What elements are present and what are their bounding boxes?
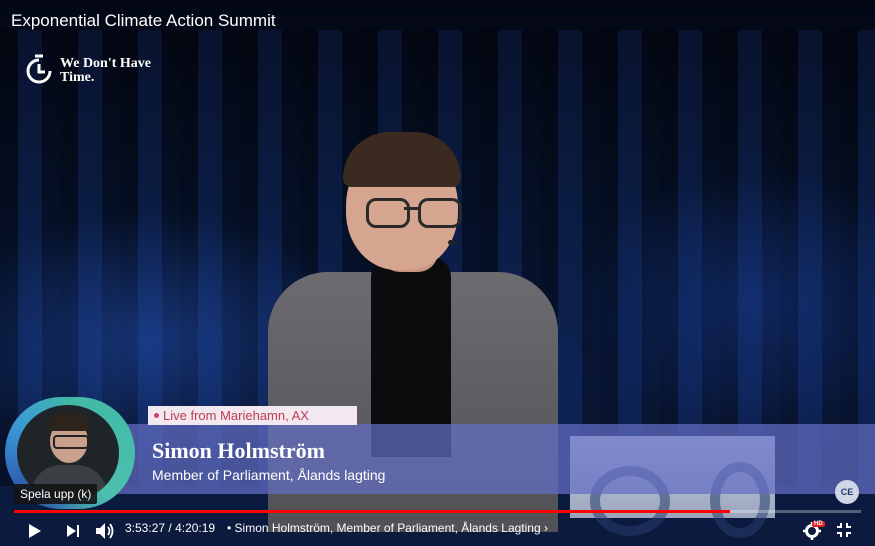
time-display: 3:53:27 / 4:20:19	[125, 521, 215, 535]
play-icon[interactable]	[28, 523, 42, 539]
brand-logo: We Don't Have Time.	[26, 54, 160, 88]
live-tag-text: Live from Mariehamn, AX	[163, 408, 309, 423]
speaker-name: Simon Holmström	[152, 438, 325, 463]
speaker-role: Member of Parliament, Ålands lagting	[152, 467, 386, 483]
glasses-bridge	[404, 207, 418, 210]
exit-fullscreen-icon[interactable]	[836, 522, 852, 538]
video-title[interactable]: Exponential Climate Action Summit	[11, 11, 276, 31]
duration: 4:20:19	[175, 521, 216, 535]
current-time: 3:53:27	[125, 521, 166, 535]
avatar-glasses	[53, 435, 89, 449]
live-dot-icon	[154, 413, 159, 418]
clock-logo-icon	[26, 54, 52, 84]
progress-bar[interactable]	[14, 510, 861, 513]
hd-badge: HD	[812, 521, 825, 527]
speaker-glasses	[366, 198, 462, 228]
chapter-title[interactable]: • Simon Holmström, Member of Parliament,…	[227, 521, 548, 535]
progress-played	[14, 510, 731, 513]
channel-watermark-icon[interactable]: CE	[835, 480, 859, 504]
volume-icon[interactable]	[95, 522, 115, 540]
avatar-hair	[48, 413, 90, 431]
headset-mic	[448, 240, 456, 245]
play-tooltip: Spela upp (k)	[14, 484, 98, 504]
brand-logo-text: We Don't Have Time.	[60, 56, 151, 85]
next-icon[interactable]	[66, 524, 80, 538]
speaker-hair	[343, 132, 461, 187]
glasses-lens-left	[366, 198, 410, 228]
video-frame[interactable]: Exponential Climate Action Summit We Don…	[0, 0, 875, 546]
live-tag: Live from Mariehamn, AX	[148, 406, 357, 425]
glasses-lens-right	[418, 198, 462, 228]
time-separator: /	[165, 521, 176, 535]
